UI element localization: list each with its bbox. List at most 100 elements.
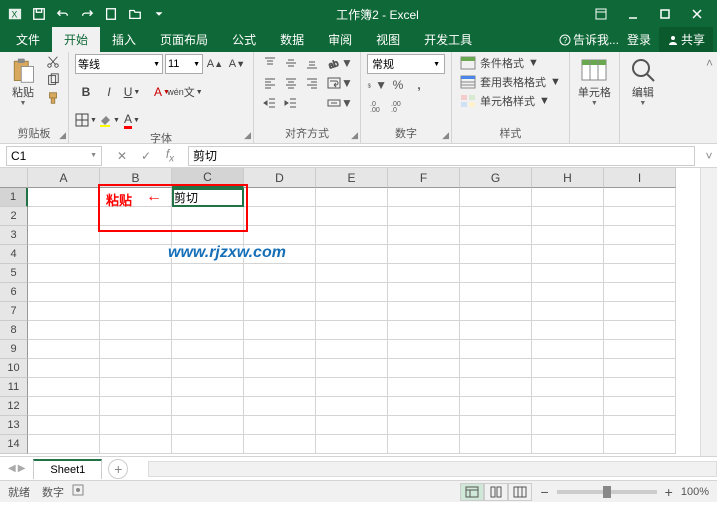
number-format-select[interactable]: 常规▼: [367, 54, 445, 74]
formula-bar[interactable]: 剪切: [188, 146, 695, 166]
cell[interactable]: [460, 340, 532, 359]
font-color-2-button[interactable]: A▼: [121, 110, 143, 130]
cell[interactable]: [604, 359, 676, 378]
tab-data[interactable]: 数据: [268, 27, 316, 52]
increase-indent-icon[interactable]: [281, 94, 301, 112]
zoom-slider[interactable]: [557, 490, 657, 494]
cell[interactable]: [28, 378, 100, 397]
tab-review[interactable]: 审阅: [316, 27, 364, 52]
cell[interactable]: [28, 302, 100, 321]
cell[interactable]: [316, 397, 388, 416]
cell[interactable]: [460, 264, 532, 283]
cell[interactable]: [388, 226, 460, 245]
tell-me[interactable]: ?告诉我...: [559, 31, 619, 48]
cell[interactable]: [172, 435, 244, 454]
cut-icon[interactable]: [44, 54, 62, 70]
cell[interactable]: [172, 378, 244, 397]
cell[interactable]: [460, 321, 532, 340]
comma-icon[interactable]: ,: [409, 76, 429, 94]
cell[interactable]: [604, 302, 676, 321]
cell[interactable]: [244, 340, 316, 359]
row-header[interactable]: 11: [0, 378, 28, 397]
cell[interactable]: [460, 416, 532, 435]
cells-button[interactable]: 单元格 ▼: [576, 54, 613, 109]
row-header[interactable]: 9: [0, 340, 28, 359]
copy-icon[interactable]: [44, 72, 62, 88]
cell[interactable]: [604, 416, 676, 435]
cell[interactable]: [532, 264, 604, 283]
login-button[interactable]: 登录: [627, 31, 651, 48]
tab-home[interactable]: 开始: [52, 27, 100, 52]
font-launcher-icon[interactable]: ◢: [244, 130, 251, 141]
cell[interactable]: [244, 302, 316, 321]
row-header[interactable]: 1: [0, 188, 28, 207]
increase-decimal-icon[interactable]: .0.00: [367, 96, 387, 114]
tab-view[interactable]: 视图: [364, 27, 412, 52]
decrease-indent-icon[interactable]: [260, 94, 280, 112]
cell[interactable]: [532, 321, 604, 340]
zoom-in-icon[interactable]: +: [665, 484, 673, 500]
cell[interactable]: [28, 359, 100, 378]
cell[interactable]: [172, 283, 244, 302]
expand-formula-icon[interactable]: ˅: [701, 149, 717, 163]
cell[interactable]: [604, 207, 676, 226]
cell[interactable]: [100, 302, 172, 321]
cell[interactable]: [604, 264, 676, 283]
sheet-tab[interactable]: Sheet1: [33, 459, 102, 479]
cell[interactable]: [100, 283, 172, 302]
zoom-level[interactable]: 100%: [681, 486, 709, 498]
format-painter-icon[interactable]: [44, 90, 62, 106]
cell[interactable]: [244, 264, 316, 283]
cell[interactable]: [388, 188, 460, 207]
cell[interactable]: [532, 359, 604, 378]
cell[interactable]: [316, 264, 388, 283]
cell[interactable]: [172, 397, 244, 416]
maximize-icon[interactable]: [649, 2, 681, 26]
cell[interactable]: [460, 245, 532, 264]
cell[interactable]: [172, 416, 244, 435]
percent-icon[interactable]: %: [388, 76, 408, 94]
macro-record-icon[interactable]: [72, 484, 84, 499]
accounting-icon[interactable]: $▼: [367, 76, 387, 94]
row-header[interactable]: 3: [0, 226, 28, 245]
cell[interactable]: [100, 245, 172, 264]
cell[interactable]: [604, 245, 676, 264]
row-header[interactable]: 7: [0, 302, 28, 321]
name-box[interactable]: C1▼: [6, 146, 102, 166]
cell[interactable]: [388, 321, 460, 340]
cell[interactable]: [100, 378, 172, 397]
orientation-icon[interactable]: ab▼: [326, 54, 354, 72]
ribbon-display-icon[interactable]: [585, 2, 617, 26]
col-header[interactable]: B: [100, 168, 172, 188]
cell[interactable]: [532, 397, 604, 416]
col-header[interactable]: G: [460, 168, 532, 188]
cell[interactable]: [28, 340, 100, 359]
cell[interactable]: [532, 188, 604, 207]
cell[interactable]: [532, 340, 604, 359]
col-header[interactable]: C: [172, 168, 244, 188]
row-header[interactable]: 5: [0, 264, 28, 283]
cell[interactable]: [244, 188, 316, 207]
cell[interactable]: [388, 397, 460, 416]
cell[interactable]: [28, 435, 100, 454]
cell[interactable]: [28, 188, 100, 207]
cell[interactable]: [388, 302, 460, 321]
cell[interactable]: [244, 245, 316, 264]
cell[interactable]: [460, 435, 532, 454]
cell[interactable]: [460, 378, 532, 397]
cell[interactable]: [316, 359, 388, 378]
select-all-corner[interactable]: [0, 168, 28, 188]
clipboard-launcher-icon[interactable]: ◢: [59, 130, 66, 141]
zoom-out-icon[interactable]: −: [540, 484, 548, 500]
format-table-button[interactable]: 套用表格格式 ▼: [458, 73, 563, 91]
cell[interactable]: 剪切: [172, 188, 244, 207]
cell[interactable]: [172, 264, 244, 283]
wrap-text-icon[interactable]: ▼: [326, 74, 354, 92]
cell[interactable]: [28, 207, 100, 226]
cell[interactable]: [316, 226, 388, 245]
cell[interactable]: [100, 435, 172, 454]
underline-button[interactable]: U▼: [121, 82, 143, 102]
cell[interactable]: [604, 340, 676, 359]
cell[interactable]: [172, 245, 244, 264]
cell[interactable]: [244, 283, 316, 302]
